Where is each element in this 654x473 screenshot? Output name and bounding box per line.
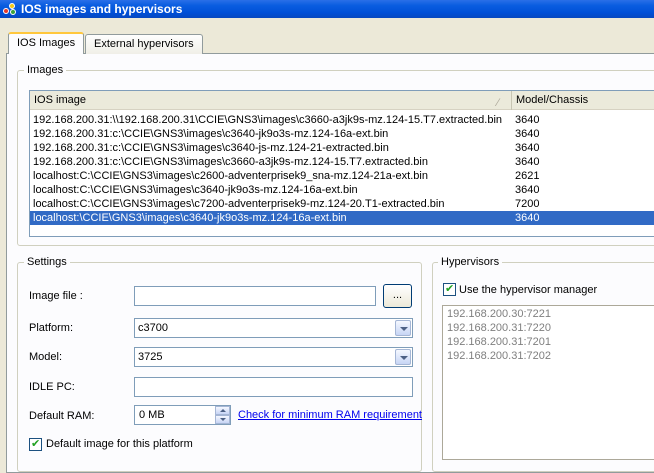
- table-row-selected[interactable]: localhost:\CCIE\GNS3\images\c3640-jk9o3s…: [30, 211, 654, 225]
- sort-icon: ∕: [497, 97, 499, 109]
- title-bar[interactable]: IOS images and hypervisors: [0, 0, 654, 18]
- chevron-down-icon[interactable]: [395, 320, 411, 336]
- settings-group-title: Settings: [24, 256, 70, 268]
- idle-pc-label: IDLE PC:: [29, 381, 75, 393]
- app-icon: [3, 2, 17, 16]
- list-item[interactable]: 192.168.200.31:7201: [447, 336, 551, 349]
- tab-ios-images[interactable]: IOS Images: [8, 32, 85, 54]
- browse-button[interactable]: ...: [383, 284, 412, 308]
- hypervisors-group-title: Hypervisors: [438, 256, 503, 268]
- column-header-model[interactable]: Model/Chassis: [512, 91, 654, 110]
- images-group-title: Images: [24, 64, 67, 76]
- model-label: Model:: [29, 351, 63, 363]
- use-hypervisor-manager-checkbox[interactable]: [443, 282, 456, 296]
- table-row[interactable]: 192.168.200.31:\\192.168.200.31\CCIE\GNS…: [30, 113, 654, 127]
- ios-images-table[interactable]: IOS image ∕ Model/Chassis 192.168.200.31…: [29, 90, 654, 237]
- hypervisor-list[interactable]: 192.168.200.30:7221 192.168.200.31:7220 …: [442, 305, 654, 460]
- table-header: IOS image ∕ Model/Chassis: [30, 91, 654, 110]
- image-file-input[interactable]: [134, 286, 376, 306]
- platform-label: Platform:: [29, 322, 74, 334]
- table-row[interactable]: 192.168.200.31:c:\CCIE\GNS3\images\c3640…: [30, 141, 654, 155]
- model-select[interactable]: 3725: [134, 347, 413, 367]
- check-ram-link[interactable]: Check for minimum RAM requirement: [238, 409, 422, 421]
- default-image-checkbox[interactable]: [29, 437, 42, 451]
- list-item[interactable]: 192.168.200.30:7221: [447, 308, 551, 321]
- chevron-down-icon[interactable]: [395, 349, 411, 365]
- list-item[interactable]: 192.168.200.31:7220: [447, 322, 551, 335]
- table-row[interactable]: localhost:C:\CCIE\GNS3\images\c2600-adve…: [30, 169, 654, 183]
- default-ram-label: Default RAM:: [29, 410, 95, 422]
- table-row[interactable]: 192.168.200.31:c:\CCIE\GNS3\images\c3640…: [30, 127, 654, 141]
- window-title: IOS images and hypervisors: [21, 2, 183, 16]
- list-item[interactable]: 192.168.200.31:7202: [447, 350, 551, 363]
- image-file-label: Image file :: [29, 290, 83, 302]
- table-row[interactable]: localhost:C:\CCIE\GNS3\images\c3640-jk9o…: [30, 183, 654, 197]
- tab-external-hypervisors[interactable]: External hypervisors: [85, 34, 203, 54]
- table-row[interactable]: localhost:C:\CCIE\GNS3\images\c7200-adve…: [30, 197, 654, 211]
- default-ram-spinbox[interactable]: 0 MB: [134, 405, 231, 425]
- spinner-icon[interactable]: [215, 406, 230, 424]
- default-image-label: Default image for this platform: [46, 438, 193, 450]
- idle-pc-input[interactable]: [134, 377, 413, 397]
- column-header-ios-image[interactable]: IOS image ∕: [30, 91, 512, 110]
- platform-select[interactable]: c3700: [134, 318, 413, 338]
- use-hypervisor-manager-label: Use the hypervisor manager: [459, 284, 598, 296]
- table-row[interactable]: 192.168.200.31:c:\CCIE\GNS3\images\c3660…: [30, 155, 654, 169]
